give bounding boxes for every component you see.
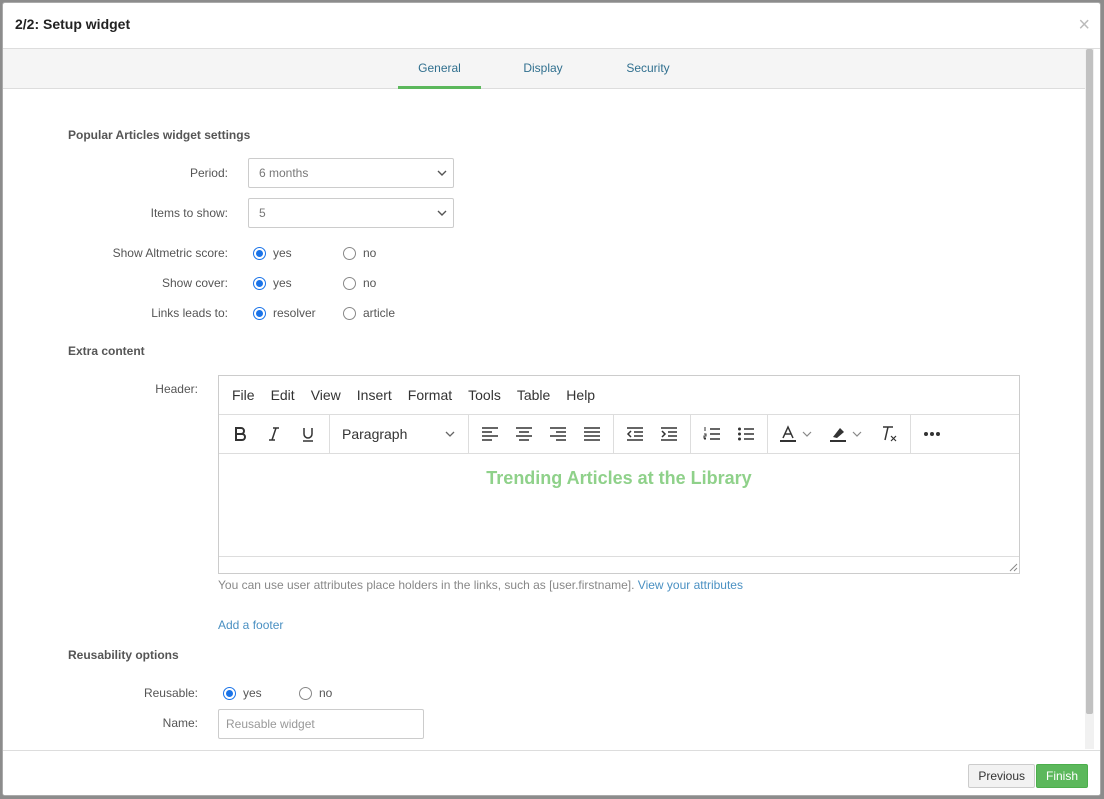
radio-label: no: [319, 686, 333, 700]
scrollbar-thumb[interactable]: [1086, 49, 1093, 714]
radio-checked-icon: [253, 276, 266, 290]
menu-file[interactable]: File: [224, 387, 263, 403]
underline-icon[interactable]: [291, 419, 325, 449]
close-icon[interactable]: ×: [1078, 15, 1090, 35]
add-footer-link[interactable]: Add a footer: [218, 618, 283, 632]
menu-edit[interactable]: Edit: [263, 387, 303, 403]
resize-handle-icon[interactable]: [1008, 562, 1018, 572]
finish-button[interactable]: Finish: [1035, 764, 1088, 788]
color-group: [768, 414, 911, 454]
radio-label: no: [363, 246, 377, 260]
links-article-radio[interactable]: article: [343, 306, 395, 320]
menu-format[interactable]: Format: [400, 387, 460, 403]
reusable-yes-radio[interactable]: yes: [223, 686, 262, 700]
cover-no-radio[interactable]: no: [343, 276, 376, 290]
modal-header: 2/2: Setup widget ×: [3, 3, 1100, 49]
header-content-text: Trending Articles at the Library: [486, 468, 752, 488]
menu-view[interactable]: View: [303, 387, 349, 403]
radio-label: article: [363, 306, 396, 320]
italic-icon[interactable]: [257, 419, 291, 449]
radio-unchecked-icon: [343, 246, 356, 260]
radio-label: no: [363, 276, 377, 290]
editor-menubar: File Edit View Insert Format Tools Table…: [219, 376, 1019, 415]
extra-content-title: Extra content: [68, 344, 145, 358]
chevron-down-icon: [437, 170, 447, 176]
settings-section-title: Popular Articles widget settings: [68, 128, 251, 142]
altmetric-yes-radio[interactable]: yes: [253, 246, 292, 260]
items-to-show-label: Items to show:: [150, 206, 228, 220]
reusable-label: Reusable:: [143, 686, 198, 700]
items-to-show-select[interactable]: 5: [248, 198, 454, 228]
menu-tools[interactable]: Tools: [460, 387, 509, 403]
modal-footer: Previous Finish: [3, 750, 1100, 795]
radio-label: yes: [243, 686, 262, 700]
help-text: You can use user attributes place holder…: [218, 578, 635, 592]
block-format-value: Paragraph: [342, 426, 408, 442]
cover-yes-radio[interactable]: yes: [253, 276, 292, 290]
radio-checked-icon: [253, 306, 266, 320]
text-color-icon[interactable]: [772, 419, 822, 449]
radio-checked-icon: [253, 246, 266, 260]
links-lead-label: Links leads to:: [151, 306, 228, 320]
tab-bar: General Display Security: [3, 49, 1086, 89]
radio-checked-icon: [223, 686, 236, 700]
highlight-color-icon[interactable]: [822, 419, 872, 449]
tab-security[interactable]: Security: [613, 49, 683, 89]
editor-content-area[interactable]: Trending Articles at the Library: [219, 454, 1019, 556]
rich-text-editor: File Edit View Insert Format Tools Table…: [218, 375, 1020, 574]
radio-label: resolver: [273, 306, 316, 320]
view-attributes-link[interactable]: View your attributes: [638, 578, 743, 592]
radio-label: yes: [273, 276, 292, 290]
text-style-group: [219, 414, 330, 454]
editor-toolbar: Paragraph: [219, 414, 1019, 454]
block-format-select[interactable]: Paragraph: [334, 419, 464, 449]
reusable-no-radio[interactable]: no: [299, 686, 332, 700]
altmetric-label: Show Altmetric score:: [112, 246, 228, 260]
chevron-down-icon: [437, 210, 447, 216]
tab-display[interactable]: Display: [508, 49, 578, 89]
previous-button[interactable]: Previous: [968, 764, 1035, 788]
radio-unchecked-icon: [343, 276, 356, 290]
menu-insert[interactable]: Insert: [349, 387, 400, 403]
more-group: [911, 415, 953, 454]
align-right-icon[interactable]: [541, 419, 575, 449]
widget-name-input[interactable]: [218, 709, 424, 739]
period-label: Period:: [189, 166, 228, 180]
align-justify-icon[interactable]: [575, 419, 609, 449]
block-format-group: Paragraph: [330, 414, 469, 454]
indent-group: [614, 414, 691, 454]
align-left-icon[interactable]: [473, 419, 507, 449]
menu-table[interactable]: Table: [509, 387, 558, 403]
header-label: Header:: [155, 382, 198, 396]
radio-unchecked-icon: [343, 306, 356, 320]
numbered-list-icon[interactable]: [695, 419, 729, 449]
reusability-title: Reusability options: [68, 648, 179, 662]
more-options-icon[interactable]: [915, 419, 949, 449]
period-select[interactable]: 6 months: [248, 158, 454, 188]
bold-icon[interactable]: [223, 419, 257, 449]
items-to-show-value: 5: [259, 206, 266, 220]
altmetric-no-radio[interactable]: no: [343, 246, 376, 260]
outdent-icon[interactable]: [618, 419, 652, 449]
bullet-list-icon[interactable]: [729, 419, 763, 449]
menu-help[interactable]: Help: [558, 387, 603, 403]
clear-formatting-icon[interactable]: [872, 419, 906, 449]
placeholder-help: You can use user attributes place holder…: [218, 578, 743, 592]
indent-icon[interactable]: [652, 419, 686, 449]
links-resolver-radio[interactable]: resolver: [253, 306, 316, 320]
chevron-down-icon: [445, 431, 455, 437]
name-label: Name:: [162, 716, 198, 730]
period-value: 6 months: [259, 166, 309, 180]
modal-title: 2/2: Setup widget: [15, 16, 131, 32]
align-center-icon[interactable]: [507, 419, 541, 449]
list-group: [691, 414, 768, 454]
tab-general[interactable]: General: [398, 49, 481, 89]
show-cover-label: Show cover:: [161, 276, 228, 290]
radio-label: yes: [273, 246, 292, 260]
align-group: [469, 414, 614, 454]
editor-statusbar: [219, 556, 1019, 573]
radio-unchecked-icon: [299, 686, 312, 700]
setup-widget-modal: 2/2: Setup widget × General Display Secu…: [2, 2, 1101, 796]
